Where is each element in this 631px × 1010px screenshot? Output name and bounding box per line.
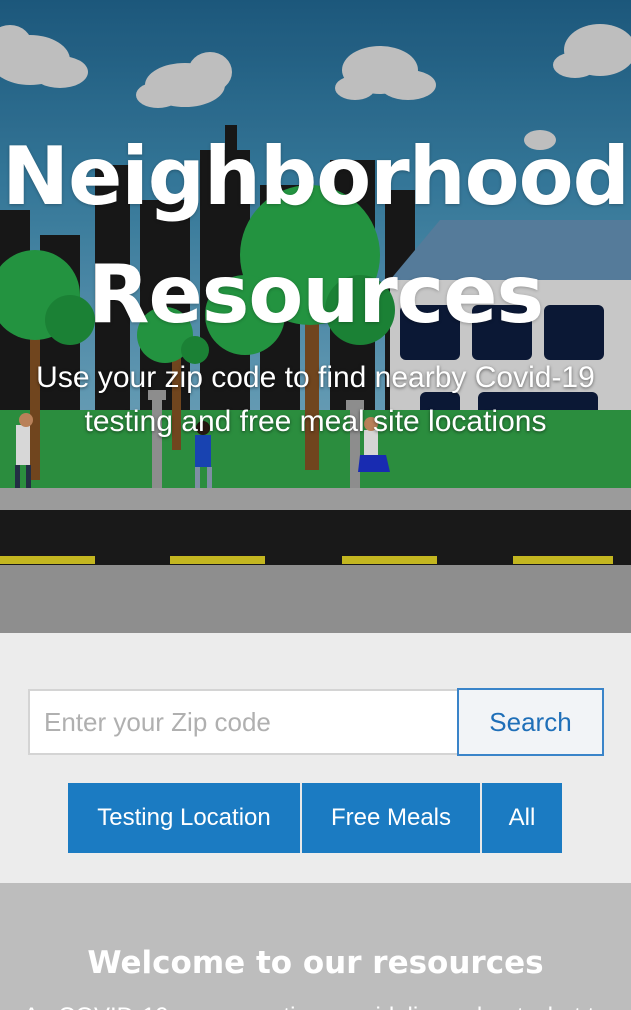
welcome-body: As COVID-19 cases continue, guidelines a… [0, 1001, 631, 1010]
page-title: Neighborhood Resources [0, 118, 631, 354]
filter-button-group: Testing Location Free Meals All [68, 783, 562, 853]
hero-subtitle: Use your zip code to find nearby Covid-1… [0, 356, 631, 444]
free-meals-filter-button[interactable]: Free Meals [302, 783, 482, 853]
search-button[interactable]: Search [457, 688, 604, 756]
welcome-heading: Welcome to our resources [87, 945, 544, 981]
title-line-1: Neighborhood [2, 130, 630, 223]
subtitle-line-1: Use your zip code to find nearby Covid-1… [36, 361, 595, 394]
zip-code-input[interactable] [28, 689, 458, 755]
search-section: Search Testing Location Free Meals All [0, 633, 631, 883]
hero-banner: Neighborhood Resources Use your zip code… [0, 0, 631, 633]
title-line-2: Resources [87, 248, 544, 341]
testing-location-filter-button[interactable]: Testing Location [68, 783, 302, 853]
subtitle-line-2: testing and free meal site locations [84, 405, 547, 438]
page: Neighborhood Resources Use your zip code… [0, 0, 631, 1010]
all-filter-button[interactable]: All [482, 783, 562, 853]
welcome-section: Welcome to our resources As COVID-19 cas… [0, 883, 631, 1010]
